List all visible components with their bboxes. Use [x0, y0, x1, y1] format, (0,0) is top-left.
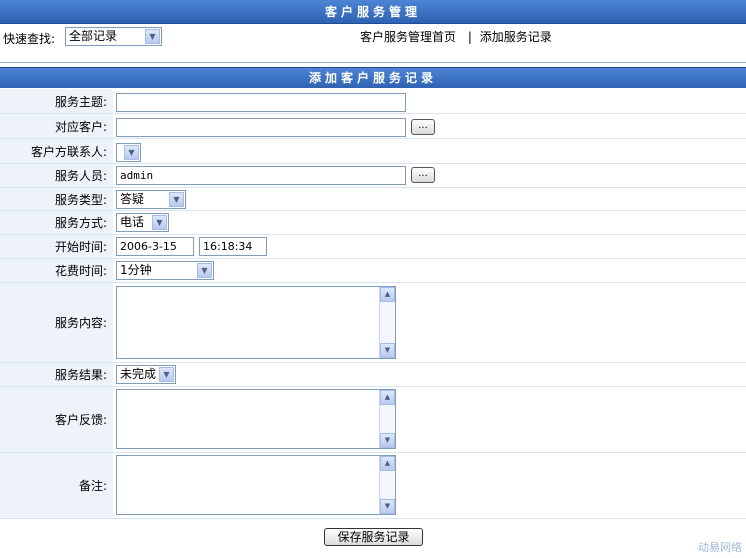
scrollbar[interactable]: ▲ ▼ [379, 456, 395, 514]
watermark: 动易网络 [698, 541, 742, 554]
feedback-label: 客户反馈: [0, 387, 113, 452]
form-row-staff: 服务人员: admin ... [0, 164, 746, 188]
page-title-bar: 客户服务管理 [0, 0, 746, 24]
form-row-remark: 备注: ▲ ▼ [0, 453, 746, 519]
quick-search-select-value: 全部记录 [69, 29, 118, 43]
remark-label: 备注: [0, 453, 113, 518]
quick-search-label: 快速查找: [3, 32, 56, 46]
type-select-value: 答疑 [120, 192, 145, 206]
scroll-down-icon[interactable]: ▼ [380, 433, 395, 448]
quick-search-select[interactable]: 全部记录 ▼ [65, 27, 162, 46]
quick-nav: 客户服务管理首页 | 添加服务记录 [360, 28, 552, 45]
scroll-down-icon[interactable]: ▼ [380, 499, 395, 514]
form-title-bar: 添加客户服务记录 [0, 67, 746, 88]
chevron-down-icon: ▼ [159, 367, 174, 382]
chevron-down-icon: ▼ [152, 215, 167, 230]
scroll-up-icon[interactable]: ▲ [380, 456, 395, 471]
method-label: 服务方式: [0, 211, 113, 234]
contact-select[interactable]: ▼ [116, 143, 141, 162]
feedback-textarea[interactable]: ▲ ▼ [116, 389, 396, 449]
content-label: 服务内容: [0, 283, 113, 362]
content-textarea[interactable]: ▲ ▼ [116, 286, 396, 359]
customer-label: 对应客户: [0, 114, 113, 138]
result-select[interactable]: 未完成 ▼ [116, 365, 176, 384]
scrollbar[interactable]: ▲ ▼ [379, 287, 395, 358]
form-row-duration: 花费时间: 1分钟 ▼ [0, 259, 746, 283]
scroll-up-icon[interactable]: ▲ [380, 390, 395, 405]
type-label: 服务类型: [0, 188, 113, 210]
quick-search-bar: 快速查找: 全部记录 ▼ 客户服务管理首页 | 添加服务记录 [0, 24, 746, 48]
result-label: 服务结果: [0, 363, 113, 386]
subject-label: 服务主题: [0, 89, 113, 113]
staff-label: 服务人员: [0, 164, 113, 187]
remark-textarea[interactable]: ▲ ▼ [116, 455, 396, 515]
duration-select-value: 1分钟 [120, 263, 152, 277]
nav-link-service-home[interactable]: 客户服务管理首页 [360, 30, 456, 44]
staff-input[interactable]: admin [116, 166, 406, 185]
scroll-down-icon[interactable]: ▼ [380, 343, 395, 358]
divider [0, 62, 746, 63]
form-row-subject: 服务主题: [0, 89, 746, 114]
method-select-value: 电话 [120, 215, 145, 229]
form-row-method: 服务方式: 电话 ▼ [0, 211, 746, 235]
form-row-customer: 对应客户: ... [0, 114, 746, 139]
method-select[interactable]: 电话 ▼ [116, 213, 169, 232]
start-date-input[interactable]: 2006-3-15 [116, 237, 194, 256]
duration-select[interactable]: 1分钟 ▼ [116, 261, 214, 280]
chevron-down-icon: ▼ [197, 263, 212, 278]
chevron-down-icon: ▼ [124, 145, 139, 160]
form-row-content: 服务内容: ▲ ▼ [0, 283, 746, 363]
duration-label: 花费时间: [0, 259, 113, 282]
customer-browse-button[interactable]: ... [411, 119, 435, 135]
subject-input[interactable] [116, 93, 406, 112]
chevron-down-icon: ▼ [169, 192, 184, 207]
start-time-label: 开始时间: [0, 235, 113, 258]
start-clock-input[interactable]: 16:18:34 [199, 237, 267, 256]
form-title: 添加客户服务记录 [308, 71, 437, 85]
form-row-contact: 客户方联系人: ▼ [0, 139, 746, 164]
scrollbar[interactable]: ▲ ▼ [379, 390, 395, 448]
form-row-feedback: 客户反馈: ▲ ▼ [0, 387, 746, 453]
scroll-up-icon[interactable]: ▲ [380, 287, 395, 302]
form-row-result: 服务结果: 未完成 ▼ [0, 363, 746, 387]
customer-input[interactable] [116, 118, 406, 137]
form-row-start-time: 开始时间: 2006-3-15 16:18:34 [0, 235, 746, 259]
form-row-type: 服务类型: 答疑 ▼ [0, 188, 746, 211]
staff-browse-button[interactable]: ... [411, 167, 435, 183]
save-record-button[interactable]: 保存服务记录 [324, 528, 423, 546]
type-select[interactable]: 答疑 ▼ [116, 190, 186, 209]
page-title: 客户服务管理 [324, 5, 421, 19]
nav-link-add-record[interactable]: 添加服务记录 [480, 30, 552, 44]
contact-label: 客户方联系人: [0, 139, 113, 163]
result-select-value: 未完成 [120, 367, 157, 381]
chevron-down-icon: ▼ [145, 29, 160, 44]
nav-separator: | [467, 30, 472, 44]
